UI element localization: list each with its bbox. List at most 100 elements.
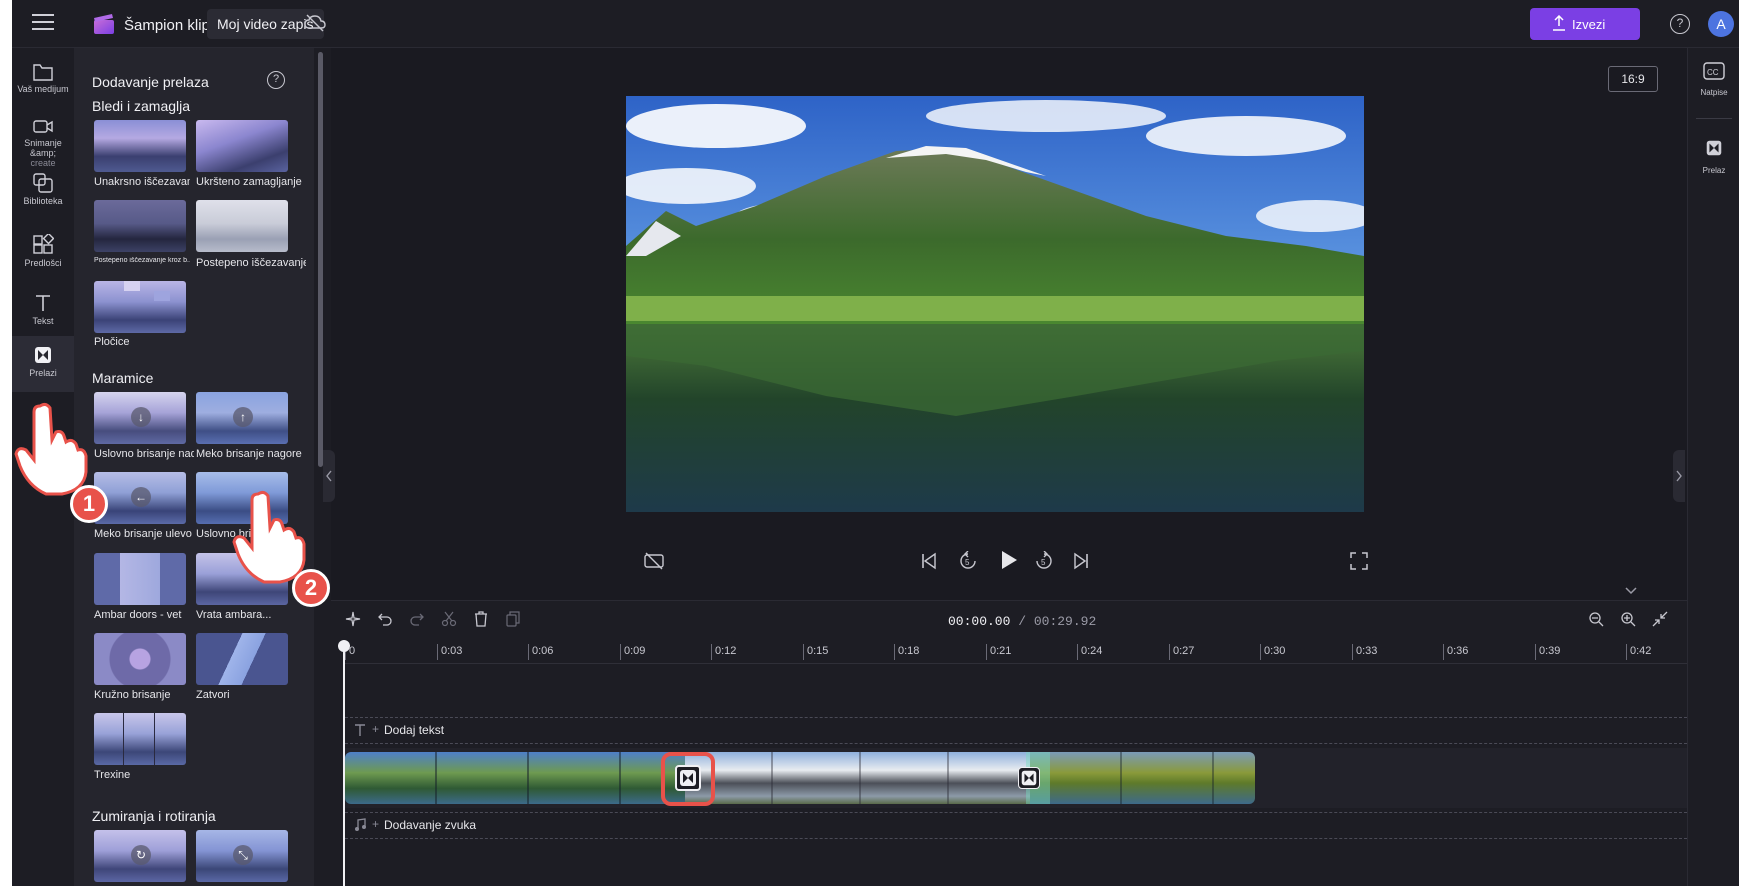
transition-label: Ukršteno zamagljanje [196,176,302,188]
clip-frames [345,752,685,804]
video-clip-1[interactable] [345,752,685,804]
panel-scrollbar[interactable] [318,52,323,467]
collapse-rail-handle[interactable] [1673,450,1685,502]
transition-thumb-wipe-down[interactable]: ↓ [94,392,186,444]
cloud-offline-icon [304,14,326,32]
panel-help-icon[interactable]: ? [267,71,285,89]
playhead[interactable] [343,644,345,886]
play-icon[interactable] [998,549,1020,571]
chevron-right-icon [1676,470,1682,482]
app-name: Šampion klipa [124,17,219,34]
transition-label: Zatvori [196,689,230,701]
duplicate-icon[interactable] [505,611,521,627]
transition-thumb-spin[interactable]: ↻ [94,830,186,882]
playhead-handle[interactable] [338,640,350,652]
transitions-icon [35,347,51,363]
zoom-in-icon[interactable] [1620,611,1636,627]
transitions-icon [1706,140,1722,156]
hamburger-menu-icon[interactable] [32,14,54,32]
current-time: 00:00.00 [948,614,1011,629]
highlight-ring [661,752,715,806]
captions-button[interactable]: CC Natpise [1688,62,1739,97]
svg-text:5: 5 [1041,558,1046,567]
zoom-out-icon[interactable] [1588,611,1604,627]
forward-5-icon[interactable]: 5 [1034,551,1054,571]
transition-thumb-zoom[interactable]: ⤡ [196,830,288,882]
text-track-icon [355,724,365,736]
video-clip-2[interactable] [685,752,1030,804]
transition-thumb-cross-blur[interactable] [196,120,288,172]
scissors-icon[interactable] [441,611,457,627]
svg-text:5: 5 [965,558,970,567]
rotate-icon: ↻ [131,845,151,865]
section-title-wipes: Maramice [92,370,154,386]
ruler-tick: 0:15 [803,644,828,660]
redo-icon[interactable] [409,611,425,627]
music-note-icon [355,818,366,831]
transition-properties-button[interactable]: Prelaz [1688,138,1739,175]
add-text-track[interactable]: + Dodaj tekst [350,721,550,741]
nav-item-library[interactable]: Biblioteka [12,164,74,226]
plus-icon: + [372,817,380,831]
transition-label: Postepeno iščezavanje [196,257,306,269]
ruler-tick: 0:21 [986,644,1011,660]
export-button-label: Izvezi [1572,17,1606,32]
skip-forward-icon[interactable] [1072,552,1090,570]
transition-thumb-fade[interactable] [196,200,288,252]
transition-thumb-fade-through-black[interactable] [94,200,186,252]
nav-item-templates[interactable]: Predlošci [12,226,74,288]
transition-label: Pločice [94,336,130,348]
transition-thumb-trexine[interactable] [94,713,186,765]
chevron-down-icon[interactable] [1624,586,1638,596]
track-divider [345,743,1687,744]
fit-timeline-icon[interactable] [1652,611,1668,627]
transitions-icon [1021,770,1037,786]
zoom-in-arrows-icon: ⤡ [233,845,253,865]
clipchamp-logo-icon [94,14,114,34]
fullscreen-icon[interactable] [1350,552,1368,570]
app-window: Šampion klipa Moj video zapis Izvezi ? A… [12,0,1739,886]
nav-label: Biblioteka [23,196,63,206]
step-badge-2: 2 [292,569,330,607]
folder-icon [33,64,53,81]
transition-marker-2[interactable] [1018,767,1040,789]
ruler-tick: 0:24 [1077,644,1102,660]
export-button[interactable]: Izvezi [1530,8,1640,40]
camera-off-icon[interactable] [644,552,664,570]
clip-frames [685,752,1030,804]
ruler-tick: 0:27 [1169,644,1194,660]
transition-thumb-circle-wipe[interactable] [94,633,186,685]
aspect-ratio-button[interactable]: 16:9 [1608,66,1658,92]
transition-thumb-soft-wipe-left[interactable]: ← [94,472,186,524]
ruler-tick: 0:18 [894,644,919,660]
transition-thumb-soft-wipe-up[interactable]: ↑ [196,392,288,444]
nav-item-transitions[interactable]: Prelazi [12,336,74,392]
avatar[interactable]: A [1708,11,1734,37]
transition-thumb-barn-doors[interactable] [94,553,186,605]
transition-thumb-tiles[interactable] [94,281,186,333]
step-badge-1: 1 [70,485,108,523]
add-audio-track[interactable]: + Dodavanje zvuka [350,816,570,836]
skip-back-icon[interactable] [920,552,938,570]
nav-item-record-create[interactable]: Snimanje &amp; create [12,108,74,170]
video-clip-3[interactable] [1030,752,1255,804]
track-divider [345,812,1687,813]
track-divider [345,717,1687,718]
magic-icon[interactable] [345,611,361,627]
captions-icon-text: CC [1707,68,1719,77]
help-icon[interactable]: ? [1670,14,1690,34]
rail-divider [1696,118,1732,119]
collapse-panel-handle[interactable] [323,450,335,502]
nav-label: Predlošci [24,258,62,268]
camera-icon [33,120,53,133]
nav-label: Vaš medijum [17,84,69,94]
undo-icon[interactable] [377,611,393,627]
transition-label: Meko brisanje nagore [196,448,302,460]
transition-thumb-cross-fade[interactable] [94,120,186,172]
nav-item-your-media[interactable]: Vaš medijum [12,54,74,116]
nav-label: Snimanje &amp; [24,138,62,158]
trash-icon[interactable] [473,611,489,627]
transition-label: Meko brisanje ulevo [94,528,192,540]
rewind-5-icon[interactable]: 5 [958,551,978,571]
transition-thumb-close[interactable] [196,633,288,685]
